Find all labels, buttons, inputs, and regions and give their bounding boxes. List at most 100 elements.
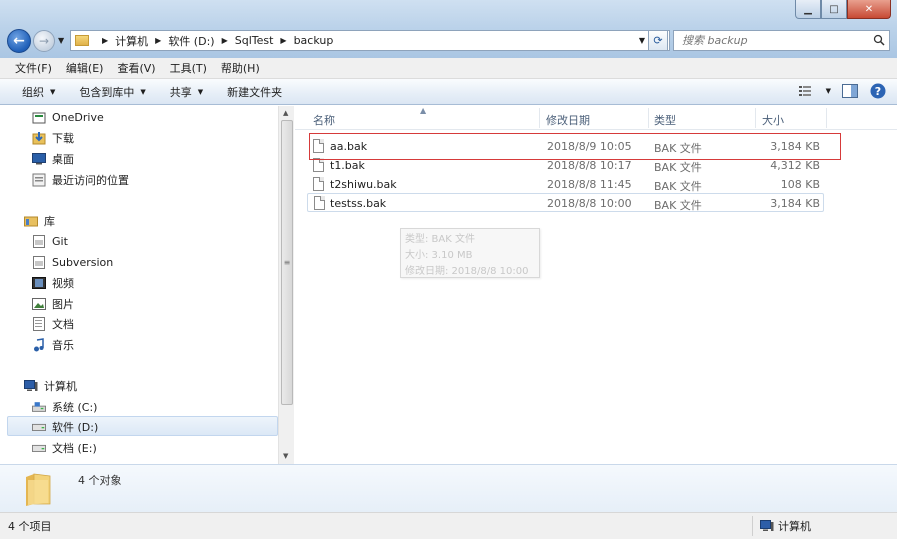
status-bar: 4 个项目 计算机 [0,512,897,539]
chevron-right-icon[interactable]: ▶ [280,36,286,45]
nav-label: Subversion [52,256,114,269]
nav-item-desktop[interactable]: 桌面 [32,149,74,168]
nav-item-onedrive[interactable]: OneDrive [32,108,104,127]
nav-item-computer[interactable]: 计算机 [24,376,77,395]
scroll-down-icon[interactable]: ▼ [283,452,288,460]
tooltip-type: 类型: BAK 文件 [405,234,475,245]
nav-scrollbar[interactable]: ▲ ≡ ▼ [278,106,294,464]
chevron-right-icon[interactable]: ▶ [102,36,108,45]
status-item-count: 4 个项目 [8,520,52,533]
new-folder-button[interactable]: 新建文件夹 [219,84,290,100]
column-divider[interactable] [755,108,756,128]
folder-icon [75,35,89,46]
file-row[interactable]: t2shiwu.bak 2018/8/8 11:45 BAK 文件 108 KB [307,175,824,194]
column-divider[interactable] [539,108,540,128]
nav-item-drive-e[interactable]: 文档 (E:) [32,438,97,457]
file-modified: 2018/8/8 10:00 [547,197,632,210]
nav-item-drive-d[interactable]: 软件 (D:) [32,417,98,436]
chevron-right-icon[interactable]: ▶ [222,36,228,45]
column-divider[interactable] [648,108,649,128]
downloads-icon [32,131,46,145]
search-box[interactable] [673,30,890,51]
maximize-button[interactable]: □ [821,0,847,19]
column-type[interactable]: 类型 [654,112,676,128]
minimize-button[interactable]: ▁ [795,0,821,19]
column-name[interactable]: 名称 [313,112,335,128]
desktop-icon [32,152,46,166]
chevron-down-icon: ▼ [140,87,146,96]
nav-item-pictures[interactable]: 图片 [32,294,74,313]
search-icon[interactable] [873,34,885,46]
chevron-right-icon[interactable]: ▶ [155,36,161,45]
chevron-down-icon: ▼ [197,87,204,96]
recent-pages-dropdown[interactable]: ▼ [58,36,64,45]
change-view-button[interactable] [798,83,816,99]
recent-places-icon [32,173,46,187]
file-modified: 2018/8/8 10:17 [547,159,632,172]
breadcrumb-sqltest[interactable]: SqlTest [235,34,274,47]
nav-label: 系统 (C:) [52,400,98,414]
column-size[interactable]: 大小 [762,112,784,128]
forward-button[interactable]: → [33,30,55,52]
view-dropdown-icon[interactable]: ▼ [826,87,831,95]
menu-tools[interactable]: 工具(T) [163,60,214,76]
file-list: ▲ 名称 修改日期 类型 大小 aa.bak 2018/8/9 10:05 BA… [295,106,897,464]
file-row[interactable]: testss.bak 2018/8/8 10:00 BAK 文件 3,184 K… [307,193,824,212]
chevron-down-icon: ▼ [50,87,56,96]
preview-pane-icon [842,84,858,98]
breadcrumb-drive-d[interactable]: 软件 (D:) [168,33,214,49]
menu-edit[interactable]: 编辑(E) [59,60,111,76]
scrollbar-thumb[interactable]: ≡ [281,120,293,405]
nav-item-recent-places[interactable]: 最近访问的位置 [32,170,129,189]
refresh-icon: ⟳ [653,34,663,47]
library-icon [32,235,46,249]
search-input[interactable] [682,34,862,47]
nav-item-downloads[interactable]: 下载 [32,128,74,147]
column-divider[interactable] [826,108,827,128]
close-button[interactable]: ✕ [847,0,891,19]
menu-view[interactable]: 查看(V) [110,60,162,76]
refresh-button[interactable]: ⟳ [648,30,668,51]
share-button[interactable]: 共享 ▼ [162,84,211,100]
menu-help[interactable]: 帮助(H) [214,60,267,76]
menu-file[interactable]: 文件(F) [8,60,59,76]
svg-text:?: ? [875,85,881,98]
preview-pane-button[interactable] [841,83,859,99]
address-history-dropdown[interactable]: ▼ [639,36,645,45]
nav-label: 最近访问的位置 [52,173,129,187]
nav-label: 文档 (E:) [52,441,97,455]
music-icon [32,337,46,352]
nav-label: 图片 [52,297,74,311]
file-modified: 2018/8/8 11:45 [547,178,632,191]
nav-item-drive-c[interactable]: 系统 (C:) [32,397,97,416]
file-name: t2shiwu.bak [330,178,397,191]
nav-item-music[interactable]: 音乐 [32,335,74,354]
nav-item-documents[interactable]: 文档 [32,314,74,333]
arrow-right-icon: → [38,34,50,48]
folder-icon [26,473,51,506]
include-in-library-button[interactable]: 包含到库中 ▼ [71,84,153,100]
scroll-up-icon[interactable]: ▲ [283,109,288,117]
breadcrumb-backup[interactable]: backup [294,34,334,47]
command-bar: 组织 ▼ 包含到库中 ▼ 共享 ▼ 新建文件夹 ▼ ? [0,79,897,105]
nav-label: 视频 [52,276,74,290]
column-modified[interactable]: 修改日期 [546,112,590,128]
include-library-label: 包含到库中 [79,85,135,99]
nav-item-subversion[interactable]: Subversion [32,253,113,272]
help-button[interactable]: ? [869,83,887,99]
nav-label: 计算机 [44,379,77,393]
back-button[interactable]: ← [7,29,31,53]
tooltip-modified: 修改日期: 2018/8/8 10:00 [405,266,529,277]
share-label: 共享 [169,85,192,99]
organize-button[interactable]: 组织 ▼ [14,84,63,100]
details-pane: 4 个对象 [0,464,897,512]
nav-item-videos[interactable]: 视频 [32,273,74,292]
breadcrumb-computer[interactable]: 计算机 [115,33,148,49]
nav-item-libraries[interactable]: 库 [24,211,55,230]
navigation-pane: OneDrive 下载 桌面 最近访问的位置 库 Git Subversion … [0,106,294,464]
file-size: 4,312 KB [770,159,820,172]
drive-icon [32,441,46,455]
nav-item-git[interactable]: Git [32,232,68,251]
address-bar[interactable]: ▶ 计算机 ▶ 软件 (D:) ▶ SqlTest ▶ backup ▼ [70,30,670,51]
column-header: ▲ 名称 修改日期 类型 大小 [295,106,897,130]
